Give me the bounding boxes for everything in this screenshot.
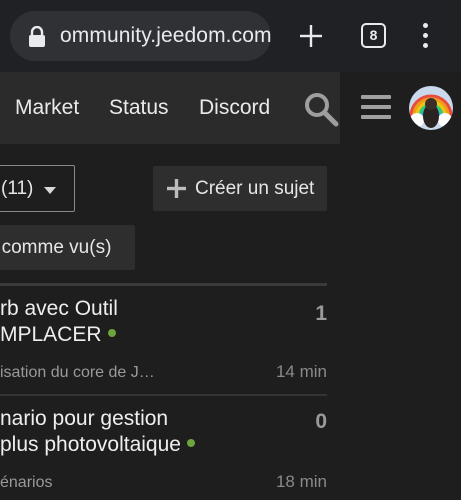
topic-category[interactable]: isation du core de J… xyxy=(0,364,155,382)
topic-title-line2[interactable]: plus photovoltaique xyxy=(0,432,195,458)
nav-link-market[interactable]: Market xyxy=(15,96,79,120)
activity-time[interactable]: 14 min xyxy=(276,362,327,382)
unread-indicator xyxy=(186,439,195,448)
search-icon[interactable] xyxy=(303,91,339,127)
topic-title-line2[interactable]: MPLACER xyxy=(0,322,116,348)
row-divider xyxy=(0,394,327,396)
unread-indicator xyxy=(107,329,116,338)
mark-read-label: r comme vu(s) xyxy=(0,237,112,258)
plus-icon[interactable] xyxy=(299,24,323,48)
create-topic-button[interactable]: Créer un sujet xyxy=(153,166,327,211)
topic-title[interactable]: nario pour gestion xyxy=(0,406,168,432)
mark-read-button[interactable]: r comme vu(s) xyxy=(0,225,135,270)
topic-title[interactable]: rb avec Outil xyxy=(0,296,118,322)
more-vert-icon[interactable] xyxy=(421,23,429,49)
filter-dropdown[interactable]: (11) xyxy=(0,165,75,212)
reply-count: 1 xyxy=(315,302,327,325)
topic-category[interactable]: énarios xyxy=(0,474,52,492)
tab-switcher-button[interactable]: 8 xyxy=(361,23,386,48)
avatar[interactable] xyxy=(409,86,453,130)
activity-time[interactable]: 18 min xyxy=(276,472,327,492)
url-text: ommunity.jeedom.com xyxy=(60,24,271,47)
reply-count: 0 xyxy=(315,410,327,433)
filter-label: (11) xyxy=(1,178,34,199)
list-divider xyxy=(0,283,327,286)
plus-icon xyxy=(167,179,186,198)
nav-link-status[interactable]: Status xyxy=(109,96,169,120)
browser-toolbar: ommunity.jeedom.com 8 xyxy=(0,0,461,72)
create-topic-label: Créer un sujet xyxy=(195,178,315,199)
hamburger-icon[interactable] xyxy=(361,95,391,119)
lock-icon xyxy=(29,26,45,47)
site-header: Market Status Discord xyxy=(0,72,461,144)
nav-link-discord[interactable]: Discord xyxy=(199,96,270,120)
address-bar[interactable]: ommunity.jeedom.com xyxy=(10,11,271,61)
nav-bar: Market Status Discord xyxy=(0,72,340,144)
chevron-down-icon xyxy=(44,187,56,194)
